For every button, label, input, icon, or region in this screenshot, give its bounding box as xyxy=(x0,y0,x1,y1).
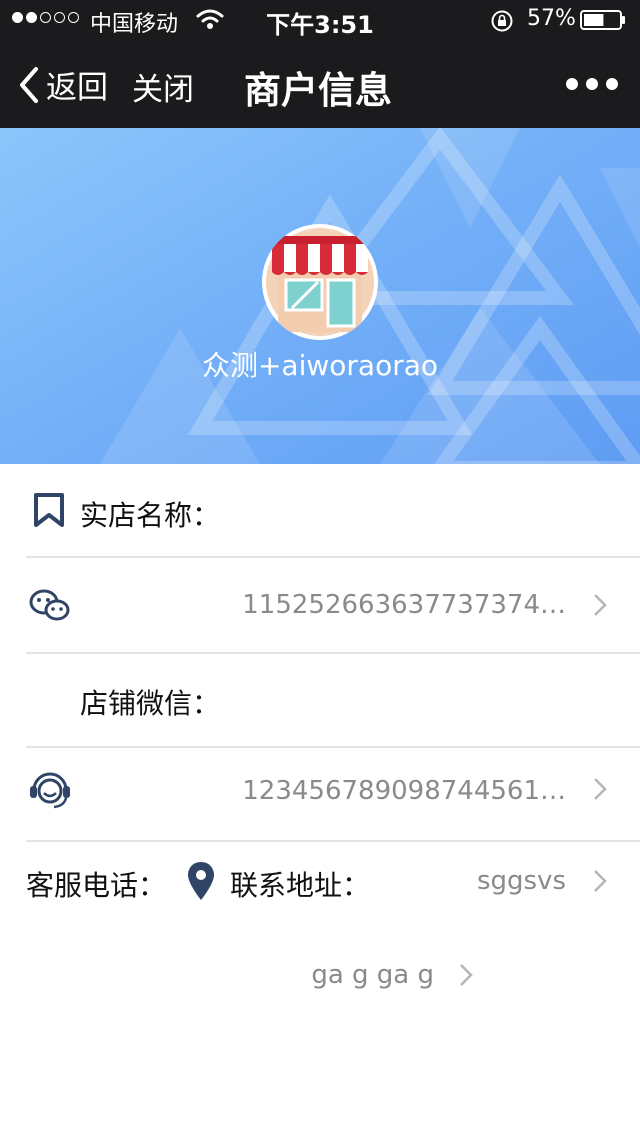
phone-row[interactable]: 12345678909874456​1… xyxy=(0,748,640,842)
chevron-left-icon xyxy=(20,66,38,103)
status-bar: 中国移动 下午3:51 57% xyxy=(0,0,640,40)
store-name-label: 实店名称： xyxy=(80,499,221,532)
more-options-icon[interactable] xyxy=(566,78,618,90)
address-value: sggsvs xyxy=(476,866,566,896)
wechat-row[interactable]: 115252663637737374… xyxy=(0,558,640,652)
chevron-right-icon xyxy=(460,964,473,986)
location-pin-icon xyxy=(188,862,214,900)
chevron-right-icon xyxy=(594,870,607,892)
chevron-right-icon xyxy=(594,778,607,800)
back-button[interactable]: 返回 xyxy=(18,62,108,107)
chevron-right-icon xyxy=(594,594,607,616)
storefront-icon xyxy=(266,228,374,336)
shop-avatar[interactable] xyxy=(262,224,378,340)
shop-wechat-row: 店铺微信： xyxy=(0,654,640,748)
address-label: 联系地址： xyxy=(230,869,371,902)
wechat-icon xyxy=(29,589,70,621)
wechat-value: 115252663637737374… xyxy=(242,590,566,620)
back-label: 返回 xyxy=(46,70,108,106)
navigation-bar: 返回 关闭 商户信息 xyxy=(0,40,640,128)
shop-name: 众测+aiworaorao xyxy=(201,349,439,382)
phone-value: 12345678909874456​1… xyxy=(242,776,566,806)
profile-banner: 众测+aiworaorao xyxy=(0,128,640,464)
close-button[interactable]: 关闭 xyxy=(132,64,194,109)
bookmark-icon xyxy=(34,493,64,527)
extra-row[interactable]: ga g ga g xyxy=(0,936,640,1016)
shop-wechat-label: 店铺微信： xyxy=(80,687,221,720)
customer-service-icon xyxy=(30,772,70,809)
battery-icon xyxy=(580,10,626,30)
extra-value: ga g ga g xyxy=(311,960,434,990)
address-row[interactable]: 客服电话： 联系地址： sggsvs xyxy=(0,842,640,932)
service-phone-label: 客服电话： xyxy=(26,869,167,902)
store-name-row: 实店名称： xyxy=(0,464,640,558)
battery-percent: 57% xyxy=(527,6,576,31)
rotation-lock-icon xyxy=(490,9,514,37)
page-title: 商户信息 xyxy=(244,69,392,112)
